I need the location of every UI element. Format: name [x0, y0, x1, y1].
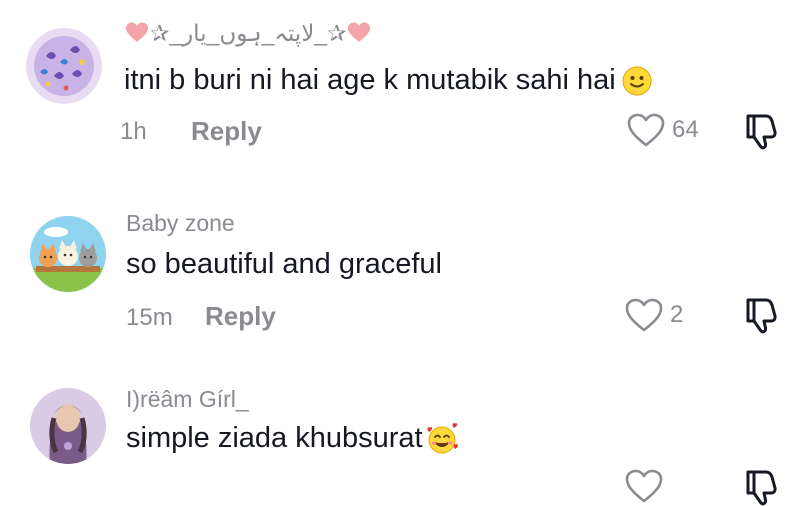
avatar[interactable] [30, 388, 106, 464]
comment-text: itni b buri ni hai age k mutabik sahi ha… [124, 64, 652, 97]
comment-time: 1h [120, 118, 147, 145]
pink-heart-icon [346, 20, 372, 50]
username[interactable]: ✰_لاپتہ_ہوں_یار_✰ [124, 20, 372, 50]
like-count: 64 [672, 116, 699, 143]
comment-time: 15m [126, 304, 173, 331]
comment-text: so beautiful and graceful [126, 248, 442, 281]
username[interactable]: Baby zone [126, 210, 235, 237]
reply-button[interactable]: Reply [205, 301, 276, 332]
like-button[interactable] [624, 468, 664, 504]
pink-heart-icon [124, 20, 150, 50]
like-button[interactable]: 64 [626, 112, 699, 148]
reply-button[interactable]: Reply [191, 116, 262, 147]
thumbs-down-icon [744, 296, 778, 334]
comment-item: Baby zone so beautiful and graceful 15m … [0, 180, 800, 360]
heart-outline-icon [624, 297, 664, 333]
comment-text: simple ziada khubsurat [126, 422, 459, 455]
avatar[interactable] [26, 28, 102, 104]
slightly-smiling-face-icon [622, 66, 652, 96]
comment-text-content: so beautiful and graceful [126, 248, 442, 280]
dislike-button[interactable] [744, 112, 778, 150]
comment-item: I)rëâm Gírl_ simple ziada khubsurat [0, 360, 800, 506]
dislike-button[interactable] [744, 468, 778, 506]
heart-outline-icon [624, 468, 664, 504]
like-count: 2 [670, 301, 684, 328]
comment-text-content: itni b buri ni hai age k mutabik sahi ha… [124, 64, 616, 96]
username[interactable]: I)rëâm Gírl_ [126, 386, 249, 413]
heart-outline-icon [626, 112, 666, 148]
avatar[interactable] [30, 216, 106, 292]
like-button[interactable]: 2 [624, 297, 683, 333]
dislike-button[interactable] [744, 296, 778, 334]
thumbs-down-icon [744, 468, 778, 506]
smiling-face-with-hearts-icon [425, 423, 459, 455]
comment-text-content: simple ziada khubsurat [126, 422, 423, 454]
thumbs-down-icon [744, 112, 778, 150]
comment-item: ✰_لاپتہ_ہوں_یار_✰ itni b buri ni hai age… [0, 0, 800, 180]
username-text: ✰_لاپتہ_ہوں_یار_✰ [150, 20, 347, 47]
